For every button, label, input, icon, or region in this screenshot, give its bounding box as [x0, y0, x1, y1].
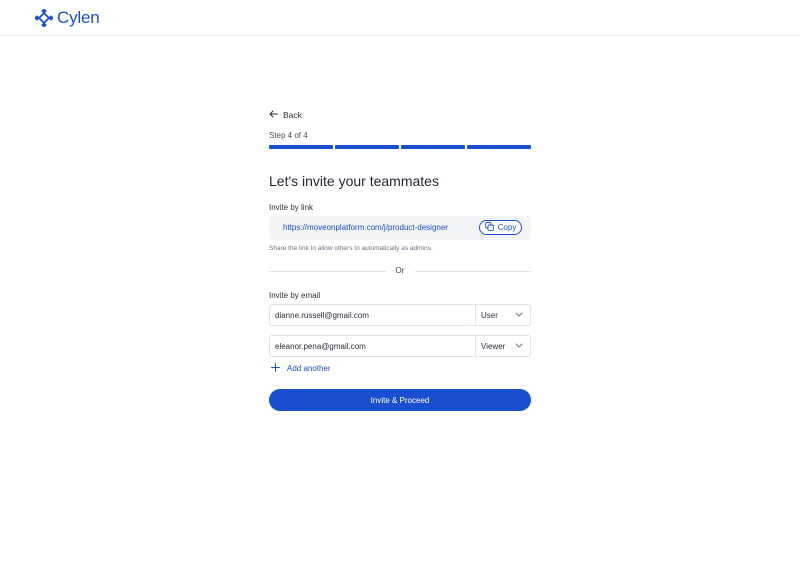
email-field[interactable]: dianne.russell@gmail.com — [275, 311, 369, 320]
progress-segment-1 — [269, 145, 333, 149]
or-divider: Or — [269, 266, 531, 276]
role-select[interactable]: Viewer — [475, 336, 531, 356]
cylen-logo-icon — [35, 9, 53, 27]
top-bar: Cylen — [0, 0, 800, 36]
invite-link-box: https://moveonplatform.com/j/product-des… — [269, 216, 531, 240]
invite-email-row: dianne.russell@gmail.com User — [269, 304, 531, 326]
add-another-label: Add another — [287, 364, 331, 373]
brand-logo[interactable]: Cylen — [35, 8, 100, 28]
role-select-value: User — [481, 311, 498, 320]
back-link[interactable]: Back — [269, 110, 302, 120]
step-indicator: Step 4 of 4 — [269, 131, 308, 140]
invite-email-label: Invite by email — [269, 291, 321, 300]
role-select-value: Viewer — [481, 342, 506, 351]
progress-segment-2 — [335, 145, 399, 149]
role-select[interactable]: User — [475, 305, 531, 325]
back-label: Back — [283, 110, 302, 120]
invite-link-label: Invite by link — [269, 203, 314, 212]
brand-name: Cylen — [57, 8, 100, 27]
invite-email-row: eleanor.pena@gmail.com Viewer — [269, 335, 531, 357]
page-title: Let's invite your teammates — [269, 173, 439, 189]
invite-proceed-button[interactable]: Invite & Proceed — [269, 389, 531, 411]
progress-segment-3 — [401, 145, 465, 149]
invite-link-url[interactable]: https://moveonplatform.com/j/product-des… — [283, 223, 448, 232]
plus-icon — [271, 363, 280, 374]
copy-icon — [484, 222, 494, 233]
chevron-down-icon — [515, 343, 523, 348]
arrow-left-icon — [269, 110, 278, 120]
copy-link-button[interactable]: Copy — [479, 220, 522, 235]
progress-segment-4 — [467, 145, 531, 149]
email-field[interactable]: eleanor.pena@gmail.com — [275, 342, 366, 351]
step-progress-bar — [269, 145, 531, 149]
divider-line-right — [415, 271, 531, 272]
invite-link-hint: Share the link to allow others to automa… — [269, 245, 433, 252]
copy-label: Copy — [497, 223, 517, 232]
add-another-button[interactable]: Add another — [271, 363, 331, 374]
chevron-down-icon — [515, 312, 523, 317]
